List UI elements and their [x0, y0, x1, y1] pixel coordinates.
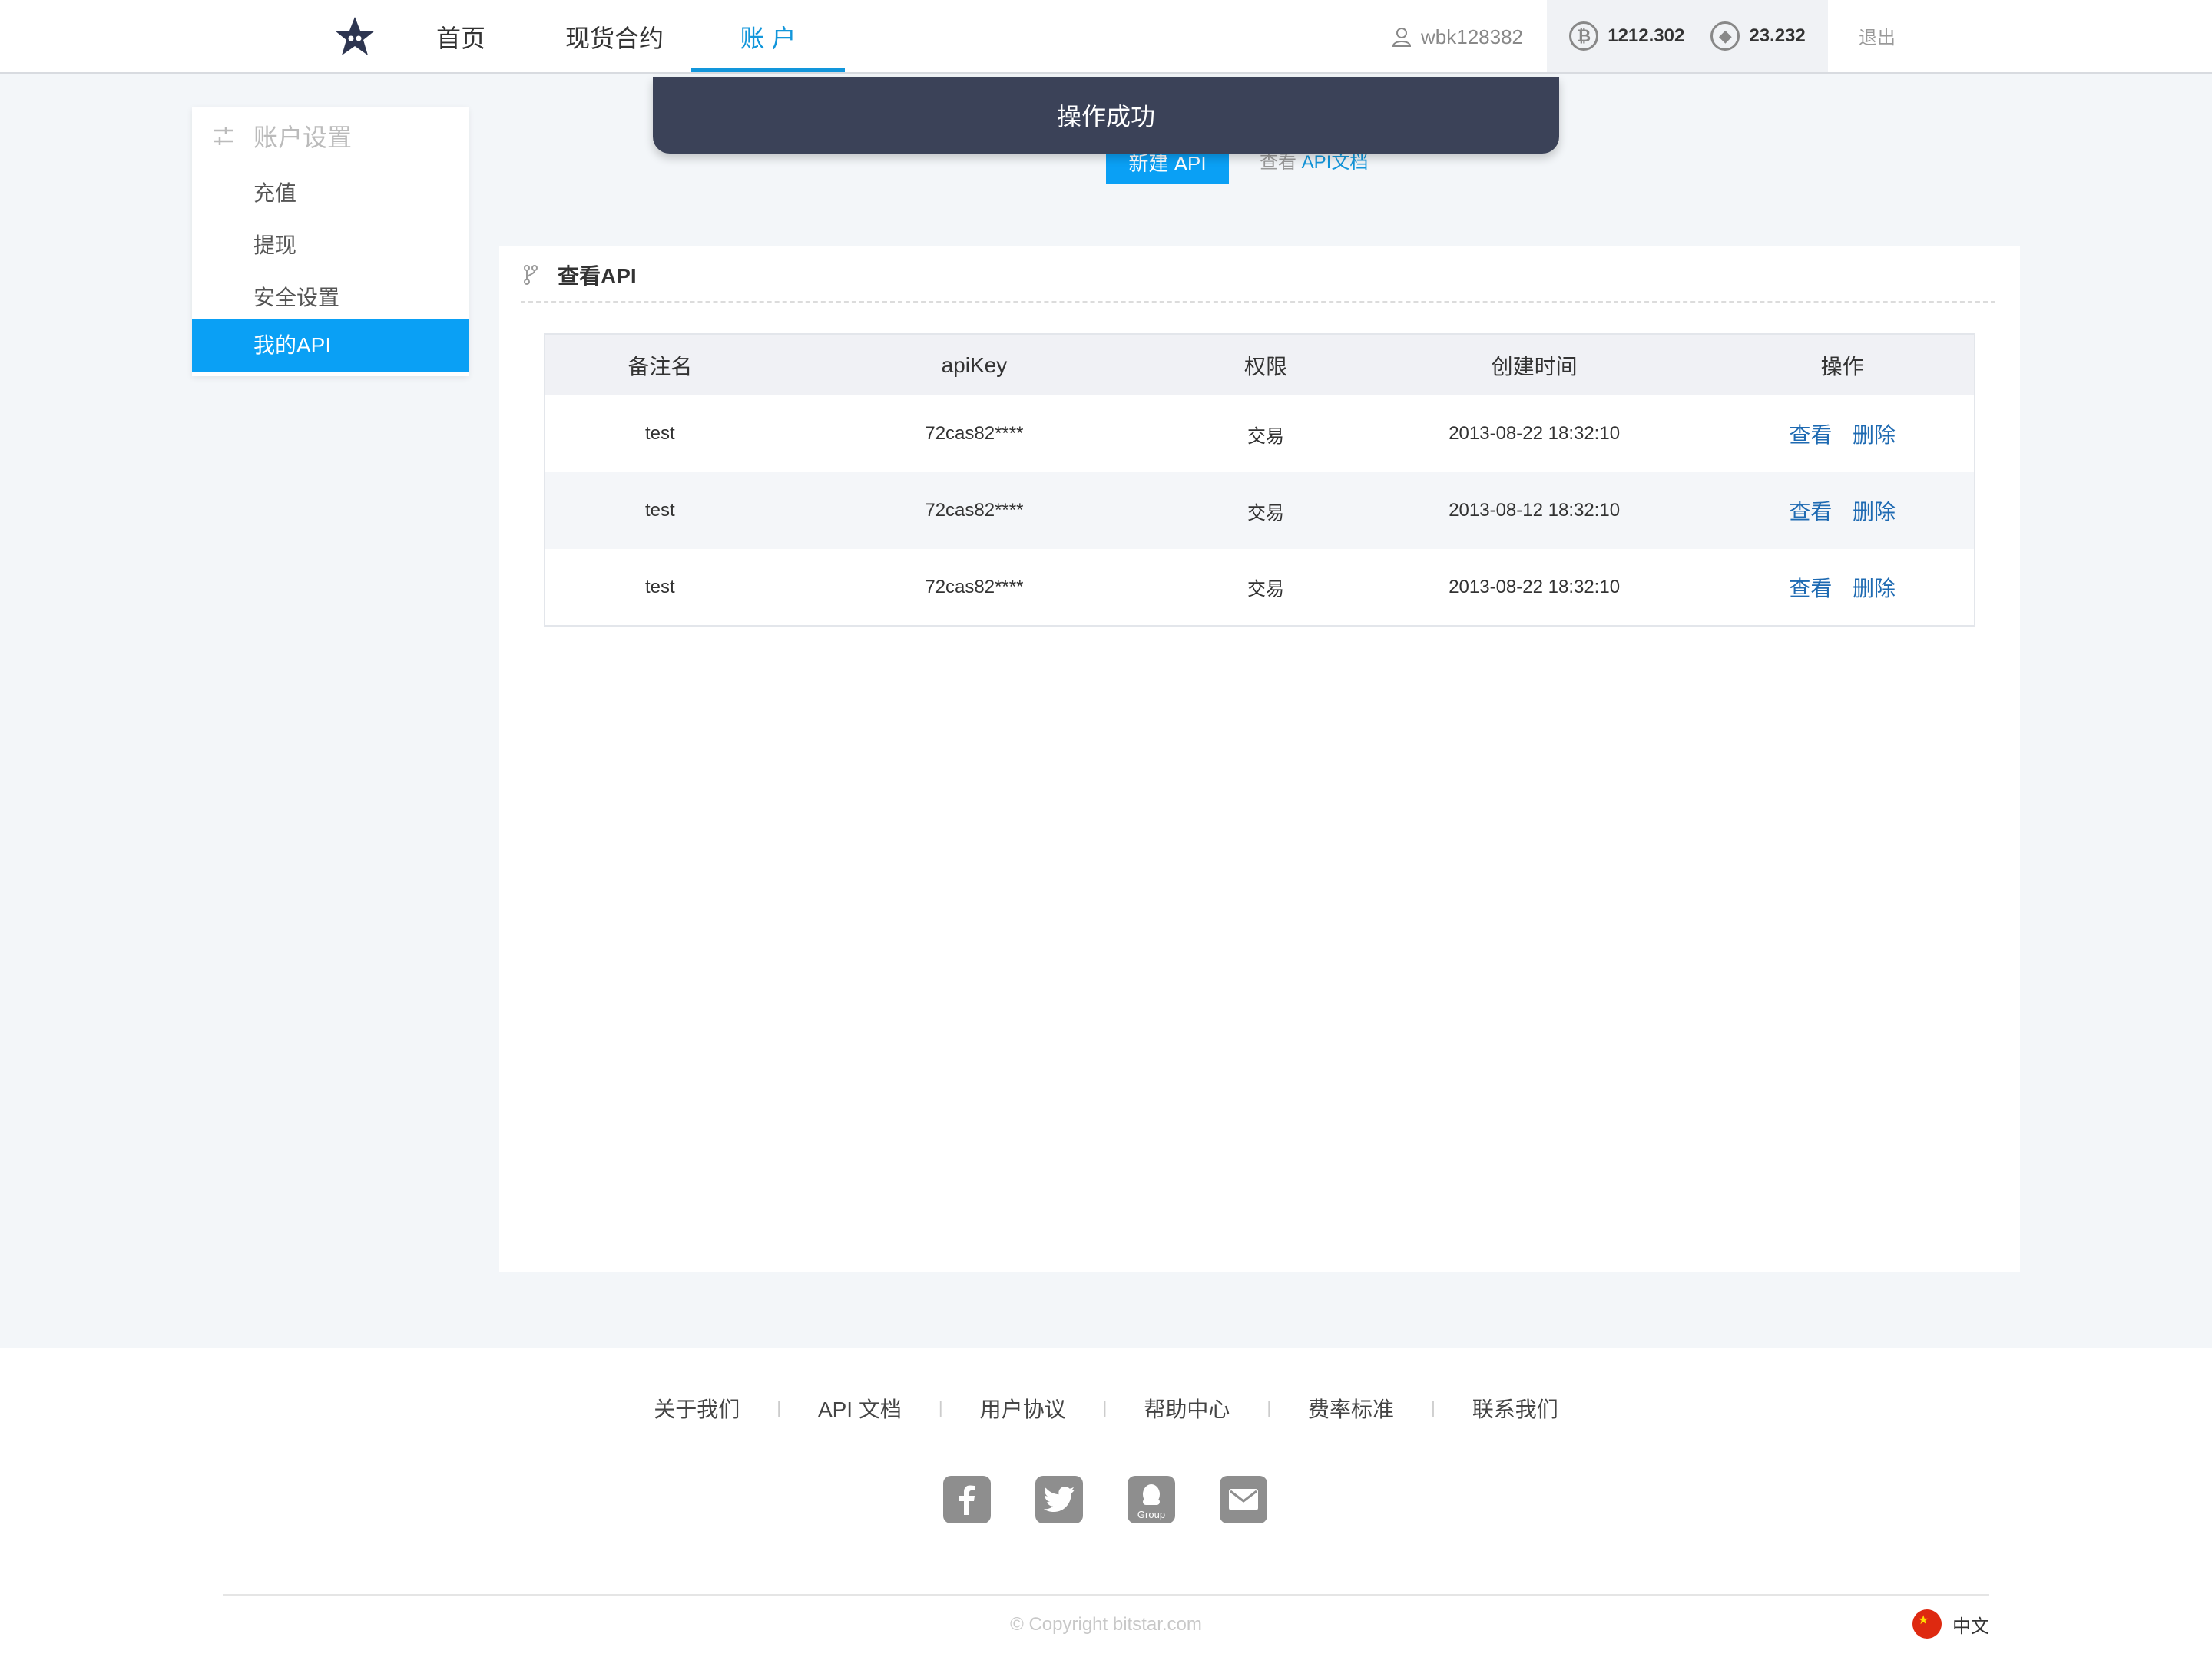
table-row: test 72cas82**** 交易 2013-08-22 18:32:10 … — [545, 395, 1975, 472]
user-icon — [1392, 28, 1412, 47]
footer-links: 关于我们 | API 文档 | 用户协议 | 帮助中心 | 费率标准 | 联系我… — [0, 1393, 2212, 1424]
qq-group-caption: Group — [1137, 1509, 1166, 1520]
sidebar-item-withdraw[interactable]: 提现 — [192, 220, 469, 272]
sidebar-title: 账户设置 — [253, 124, 353, 151]
footer-divider — [223, 1594, 1989, 1596]
china-flag-icon — [1912, 1609, 1942, 1639]
footer-link-fees[interactable]: 费率标准 — [1308, 1393, 1394, 1424]
column-header: 创建时间 — [1357, 334, 1711, 395]
username: wbk128382 — [1421, 25, 1523, 48]
branch-icon — [524, 265, 538, 285]
panel-title: 查看API — [522, 260, 637, 290]
footer-link-help[interactable]: 帮助中心 — [1144, 1393, 1230, 1424]
eth-balance: ◆ 23.232 — [1710, 21, 1806, 51]
cell-permission: 交易 — [1247, 425, 1284, 447]
cell-permission: 交易 — [1174, 472, 1358, 549]
column-header: apiKey — [774, 334, 1174, 395]
cell-created: 2013-08-22 18:32:10 — [1449, 423, 1621, 444]
cell-actions: 查看 删除 — [1710, 472, 1975, 549]
balance-panel: ₿ 1212.302 ◆ 23.232 — [1547, 0, 1828, 72]
panel-title-text: 查看API — [558, 264, 637, 288]
column-header: 备注名 — [545, 334, 775, 395]
table-header-row: 备注名 apiKey 权限 创建时间 操作 — [545, 334, 1975, 395]
api-table: 备注名 apiKey 权限 创建时间 操作 test 72cas82**** 交… — [544, 333, 1975, 627]
star-logo-icon[interactable] — [333, 15, 376, 58]
footer-link-user-agreement[interactable]: 用户协议 — [980, 1393, 1066, 1424]
cell-name: test — [644, 576, 675, 597]
footer-separator: | — [938, 1398, 943, 1417]
social-links: Group — [943, 1476, 1267, 1523]
facebook-icon[interactable] — [943, 1476, 991, 1523]
language-label: 中文 — [1952, 1616, 1989, 1637]
cell-name: test — [644, 423, 675, 444]
mail-icon[interactable] — [1220, 1476, 1267, 1523]
qq-group-icon[interactable]: Group — [1128, 1476, 1175, 1523]
nav-active-indicator — [691, 68, 845, 72]
success-toast: 操作成功 — [653, 77, 1559, 154]
copyright: © Copyright bitstar.com — [1010, 1614, 1202, 1635]
top-header: 首页 现货合约 账 户 wbk128382 ₿ 1212.302 ◆ 23.23… — [0, 0, 2212, 74]
btc-balance-value: 1212.302 — [1608, 25, 1685, 46]
twitter-icon[interactable] — [1035, 1476, 1083, 1523]
sidebar-item-security[interactable]: 安全设置 — [192, 272, 469, 324]
view-link[interactable]: 查看 — [1789, 577, 1832, 600]
sidebar-item-deposit[interactable]: 充值 — [192, 167, 469, 220]
cell-name: test — [545, 472, 775, 549]
panel-divider — [521, 301, 1995, 303]
footer-link-about[interactable]: 关于我们 — [654, 1393, 740, 1424]
delete-link[interactable]: 删除 — [1853, 500, 1896, 524]
footer-link-api-doc[interactable]: API 文档 — [818, 1393, 902, 1424]
footer-separator: | — [1431, 1398, 1435, 1417]
view-link[interactable]: 查看 — [1789, 423, 1832, 447]
eth-balance-value: 23.232 — [1749, 25, 1806, 46]
language-switcher[interactable]: 中文 — [1912, 1609, 1989, 1639]
footer-link-contact[interactable]: 联系我们 — [1472, 1393, 1558, 1424]
view-link[interactable]: 查看 — [1789, 500, 1832, 524]
column-header: 操作 — [1710, 334, 1975, 395]
nav-account[interactable]: 账 户 — [691, 0, 845, 74]
delete-link[interactable]: 删除 — [1853, 577, 1896, 600]
footer-separator: | — [777, 1398, 781, 1417]
cell-apikey: 72cas82**** — [925, 576, 1024, 597]
footer: 关于我们 | API 文档 | 用户协议 | 帮助中心 | 费率标准 | 联系我… — [0, 1348, 2212, 1657]
sidebar-item-my-api[interactable]: 我的API — [192, 319, 469, 372]
footer-separator: | — [1102, 1398, 1108, 1417]
cell-apikey: 72cas82**** — [925, 423, 1024, 444]
cell-created: 2013-08-12 18:32:10 — [1357, 472, 1711, 549]
bitcoin-icon: ₿ — [1569, 21, 1599, 51]
nav-home[interactable]: 首页 — [430, 0, 492, 74]
sidebar-header: 账户设置 — [192, 107, 469, 164]
table-row: test 72cas82**** 交易 2013-08-12 18:32:10 … — [545, 472, 1975, 549]
table-row: test 72cas82**** 交易 2013-08-22 18:32:10 … — [545, 549, 1975, 626]
settings-sliders-icon — [214, 127, 233, 145]
user-info[interactable]: wbk128382 — [1390, 0, 1523, 74]
ethereum-icon: ◆ — [1710, 21, 1740, 51]
nav-spot-contract[interactable]: 现货合约 — [561, 0, 668, 74]
footer-separator: | — [1267, 1398, 1272, 1417]
logout-link[interactable]: 退出 — [1859, 0, 1896, 74]
account-sidebar: 账户设置 充值 提现 安全设置 我的API — [192, 107, 469, 376]
delete-link[interactable]: 删除 — [1853, 423, 1896, 447]
btc-balance: ₿ 1212.302 — [1569, 21, 1684, 51]
api-panel: 查看API 备注名 apiKey 权限 创建时间 操作 test 72cas82… — [499, 246, 2020, 1272]
cell-permission: 交易 — [1247, 579, 1284, 600]
cell-actions: 查看 删除 — [1710, 395, 1975, 472]
column-header: 权限 — [1174, 334, 1358, 395]
cell-apikey: 72cas82**** — [774, 472, 1174, 549]
toast-message: 操作成功 — [1056, 103, 1155, 131]
cell-actions: 查看 删除 — [1710, 549, 1975, 626]
cell-created: 2013-08-22 18:32:10 — [1449, 576, 1621, 597]
